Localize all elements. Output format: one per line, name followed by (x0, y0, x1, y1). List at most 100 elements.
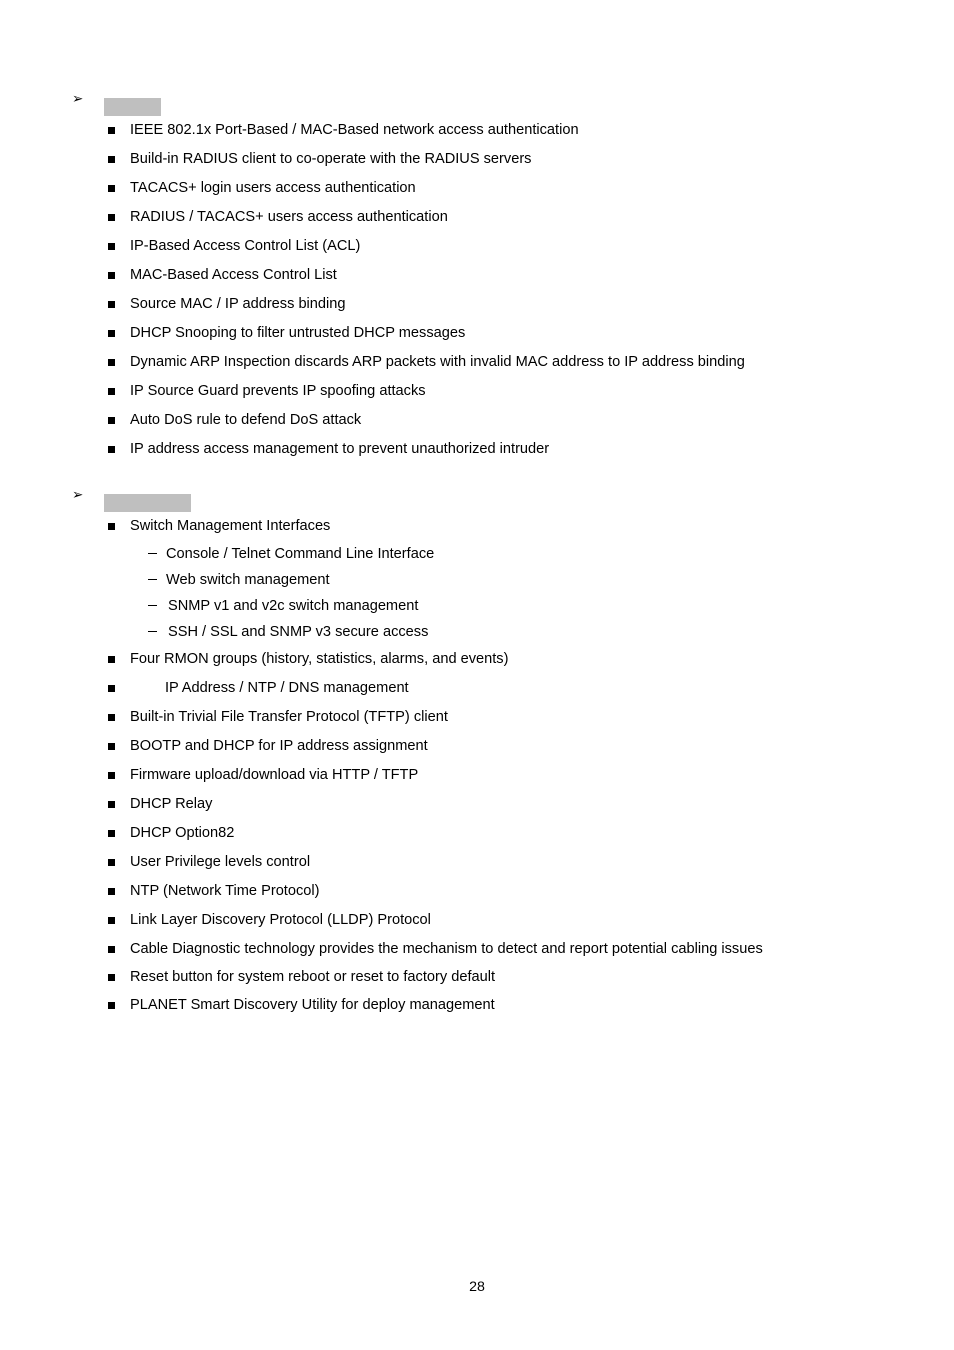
square-bullet-icon (108, 917, 115, 924)
list-item: Four RMON groups (history, statistics, a… (0, 647, 954, 676)
list-item: User Privilege levels control (0, 850, 954, 879)
list-item-label: Link Layer Discovery Protocol (LLDP) Pro… (130, 912, 431, 928)
redacted-heading-block-2 (104, 494, 191, 512)
list-item-label: RADIUS / TACACS+ users access authentica… (130, 209, 448, 225)
list-item: IP Address / NTP / DNS management (0, 676, 954, 705)
list-item-label: IP Address / NTP / DNS management (165, 680, 409, 696)
square-bullet-icon (108, 214, 115, 221)
sub-list-item: SSH / SSL and SNMP v3 secure access (0, 621, 954, 647)
list-item-label: TACACS+ login users access authenticatio… (130, 180, 416, 196)
list-item-label: IP address access management to prevent … (130, 441, 550, 457)
dash-bullet-icon (148, 631, 157, 633)
page-content: ➢ IEEE 802.1x Port-Based / MAC-Based net… (0, 88, 954, 1021)
list-item-label: IP Source Guard prevents IP spoofing att… (130, 383, 426, 399)
square-bullet-icon (108, 743, 115, 750)
list-item: BOOTP and DHCP for IP address assignment (0, 734, 954, 763)
sub-list-item: Console / Telnet Command Line Interface (0, 543, 954, 569)
square-bullet-icon (108, 446, 115, 453)
list-item: IP-Based Access Control List (ACL) (0, 234, 954, 263)
list-item: Firmware upload/download via HTTP / TFTP (0, 763, 954, 792)
list-item-label: DHCP Option82 (130, 825, 235, 841)
square-bullet-icon (108, 330, 115, 337)
list-item: PLANET Smart Discovery Utility for deplo… (0, 993, 954, 1021)
square-bullet-icon (108, 714, 115, 721)
sub-list-item-label: SSH / SSL and SNMP v3 secure access (168, 624, 429, 640)
square-bullet-icon (108, 417, 115, 424)
list-item: DHCP Relay (0, 792, 954, 821)
square-bullet-icon (108, 185, 115, 192)
list-item-label: DHCP Snooping to filter untrusted DHCP m… (130, 325, 466, 341)
square-bullet-icon (108, 685, 115, 692)
list-item: IP address access management to prevent … (0, 437, 954, 466)
list-item: NTP (Network Time Protocol) (0, 879, 954, 908)
list-item: Source MAC / IP address binding (0, 292, 954, 321)
sub-list-item: Web switch management (0, 569, 954, 595)
list-item-label: Cable Diagnostic technology provides the… (130, 941, 763, 957)
list-item-label: PLANET Smart Discovery Utility for deplo… (130, 997, 495, 1013)
list-item-label: Source MAC / IP address binding (130, 296, 346, 312)
square-bullet-icon (108, 272, 115, 279)
list-item: Switch Management Interfaces (0, 514, 954, 543)
square-bullet-icon (108, 156, 115, 163)
list-item-label: Dynamic ARP Inspection discards ARP pack… (130, 354, 745, 370)
dash-bullet-icon (148, 553, 157, 555)
list-item: IEEE 802.1x Port-Based / MAC-Based netwo… (0, 118, 954, 147)
list-item-label: Four RMON groups (history, statistics, a… (130, 651, 509, 667)
square-bullet-icon (108, 359, 115, 366)
square-bullet-icon (108, 830, 115, 837)
square-bullet-icon (108, 946, 115, 953)
square-bullet-icon (108, 127, 115, 134)
square-bullet-icon (108, 859, 115, 866)
list-item-label: Firmware upload/download via HTTP / TFTP (130, 767, 419, 783)
page-number: 28 (469, 1279, 485, 1295)
square-bullet-icon (108, 243, 115, 250)
square-bullet-icon (108, 1002, 115, 1009)
dash-bullet-icon (148, 579, 157, 581)
sub-list-item-label: Web switch management (166, 572, 330, 588)
list-item-label: MAC-Based Access Control List (130, 267, 337, 283)
list-item-label: Switch Management Interfaces (130, 518, 331, 534)
square-bullet-icon (108, 388, 115, 395)
arrow-bullet-icon: ➢ (72, 91, 84, 107)
redacted-heading-block-1 (104, 98, 161, 116)
sub-list-item: SNMP v1 and v2c switch management (0, 595, 954, 621)
list-item-label: Auto DoS rule to defend DoS attack (130, 412, 362, 428)
list-item-label: BOOTP and DHCP for IP address assignment (130, 738, 428, 754)
arrow-bullet-icon: ➢ (72, 487, 84, 503)
list-item: Auto DoS rule to defend DoS attack (0, 408, 954, 437)
list-item-label: IP-Based Access Control List (ACL) (130, 238, 361, 254)
list-item-label: Built-in Trivial File Transfer Protocol … (130, 709, 448, 725)
section-heading-2: ➢ (0, 484, 954, 514)
list-item-label: Reset button for system reboot or reset … (130, 969, 496, 985)
square-bullet-icon (108, 974, 115, 981)
list-item: MAC-Based Access Control List (0, 263, 954, 292)
sub-list-item-label: Console / Telnet Command Line Interface (166, 546, 435, 562)
list-item: Link Layer Discovery Protocol (LLDP) Pro… (0, 908, 954, 937)
square-bullet-icon (108, 301, 115, 308)
list-item: IP Source Guard prevents IP spoofing att… (0, 379, 954, 408)
document-page: ➢ IEEE 802.1x Port-Based / MAC-Based net… (0, 0, 954, 1350)
list-item: DHCP Snooping to filter untrusted DHCP m… (0, 321, 954, 350)
square-bullet-icon (108, 656, 115, 663)
square-bullet-icon (108, 801, 115, 808)
list-item-label: NTP (Network Time Protocol) (130, 883, 320, 899)
square-bullet-icon (108, 523, 115, 530)
section-heading-1: ➢ (0, 88, 954, 118)
list-item: DHCP Option82 (0, 821, 954, 850)
list-item-label: User Privilege levels control (130, 854, 311, 870)
dash-bullet-icon (148, 605, 157, 607)
list-item: Reset button for system reboot or reset … (0, 965, 954, 993)
sub-list-item-label: SNMP v1 and v2c switch management (168, 598, 419, 614)
list-item: Built-in Trivial File Transfer Protocol … (0, 705, 954, 734)
list-item: RADIUS / TACACS+ users access authentica… (0, 205, 954, 234)
list-item: TACACS+ login users access authenticatio… (0, 176, 954, 205)
list-item: Dynamic ARP Inspection discards ARP pack… (0, 350, 954, 379)
list-item-label: IEEE 802.1x Port-Based / MAC-Based netwo… (130, 122, 579, 138)
list-item: Cable Diagnostic technology provides the… (0, 937, 954, 965)
list-item-label: Build-in RADIUS client to co-operate wit… (130, 151, 532, 167)
list-item: Build-in RADIUS client to co-operate wit… (0, 147, 954, 176)
square-bullet-icon (108, 888, 115, 895)
square-bullet-icon (108, 772, 115, 779)
list-item-label: DHCP Relay (130, 796, 213, 812)
